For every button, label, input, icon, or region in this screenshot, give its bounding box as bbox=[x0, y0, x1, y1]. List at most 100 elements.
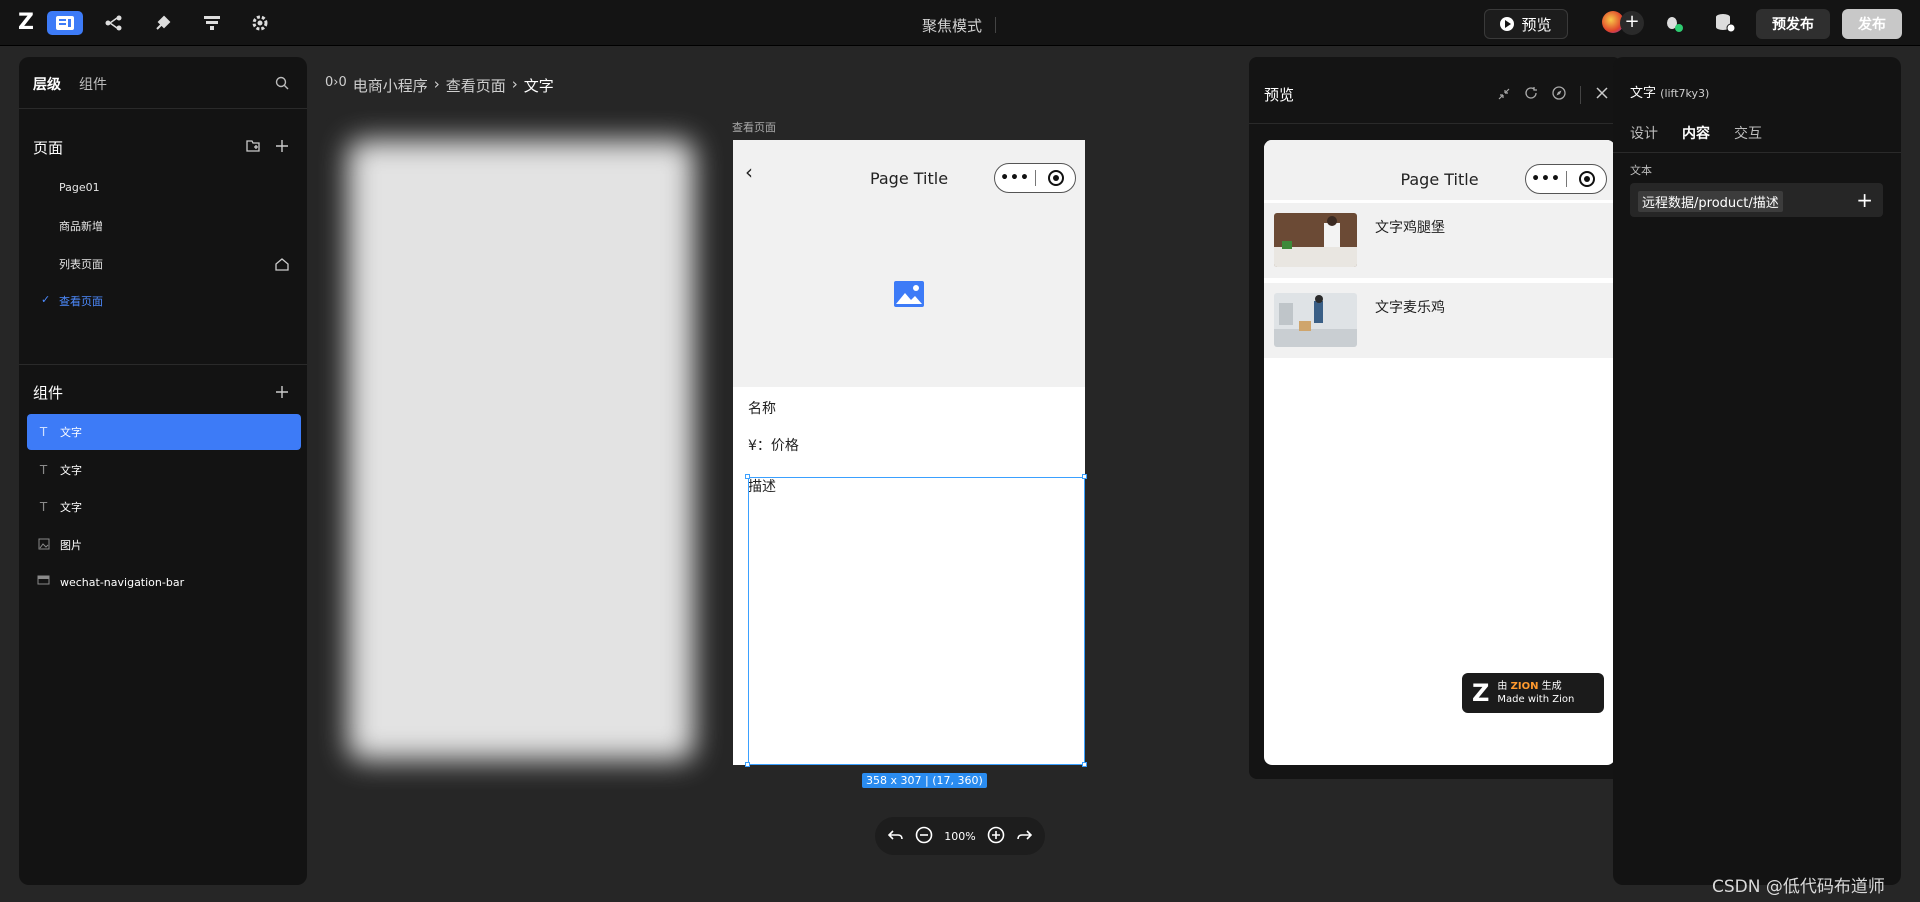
component-type: 文字 bbox=[1630, 86, 1657, 101]
badge-brand: ZION bbox=[1510, 681, 1539, 692]
app-icon: 0›0 bbox=[325, 75, 347, 90]
publish-button[interactable]: 发布 bbox=[1842, 9, 1902, 39]
wechat-capsule[interactable]: ••• bbox=[994, 163, 1076, 193]
breadcrumb: 0›0 电商小程序 › 查看页面 › 文字 bbox=[325, 75, 554, 96]
wechat-capsule[interactable]: ••• bbox=[1525, 164, 1607, 194]
made-with-zion-badge[interactable]: Z 由 ZION 生成 Made with Zion bbox=[1462, 673, 1604, 713]
preview-navigation-bar: Page Title ••• bbox=[1264, 140, 1615, 200]
badge-prefix: 由 bbox=[1497, 681, 1508, 692]
tab-content[interactable]: 内容 bbox=[1682, 123, 1710, 143]
more-icon[interactable]: ••• bbox=[995, 170, 1035, 186]
page-item-product-add[interactable]: 商品新增 bbox=[59, 218, 103, 234]
zoom-in-icon[interactable] bbox=[987, 826, 1005, 847]
page-item-list[interactable]: 列表页面 bbox=[59, 256, 103, 272]
undo-icon[interactable] bbox=[888, 829, 904, 844]
component-label: 图片 bbox=[60, 539, 82, 552]
add-folder-icon[interactable] bbox=[246, 138, 261, 157]
properties-tabs: 设计 内容 交互 bbox=[1630, 123, 1762, 143]
selection-size-badge: 358 x 307 | (17, 360) bbox=[862, 773, 987, 788]
tab-interaction[interactable]: 交互 bbox=[1734, 123, 1762, 143]
selection-box[interactable] bbox=[748, 477, 1085, 765]
divider bbox=[995, 17, 996, 33]
top-bar: Z 聚焦模式 预览 + 预发布 发布 bbox=[0, 0, 1920, 46]
pages-section-title: 页面 bbox=[33, 139, 64, 157]
add-binding-icon[interactable]: + bbox=[1856, 188, 1873, 212]
close-icon[interactable] bbox=[1595, 85, 1609, 104]
logic-flow-icon[interactable] bbox=[96, 11, 132, 35]
debug-icon[interactable] bbox=[1664, 13, 1684, 37]
zion-logo: Z bbox=[1472, 679, 1490, 707]
data-icon[interactable] bbox=[194, 11, 230, 35]
home-icon bbox=[275, 256, 289, 275]
preview-panel: 预览 Page Title ••• 文字鸡腿堡 文字麦乐鸡 Z 由 ZION 生… bbox=[1249, 57, 1621, 779]
resize-handle[interactable] bbox=[1082, 762, 1087, 767]
pages-icon[interactable] bbox=[47, 11, 83, 35]
breadcrumb-page[interactable]: 查看页面 bbox=[446, 75, 506, 96]
component-label: 文字 bbox=[60, 464, 82, 477]
text-icon: T bbox=[39, 425, 48, 439]
component-item-text-2[interactable]: T 文字 bbox=[27, 452, 301, 488]
tab-design[interactable]: 设计 bbox=[1630, 123, 1658, 143]
component-item-navbar[interactable]: wechat-navigation-bar bbox=[27, 564, 301, 600]
component-title: 文字 (lift7ky3) bbox=[1630, 82, 1709, 101]
tab-layers[interactable]: 层级 bbox=[33, 74, 61, 94]
search-icon[interactable] bbox=[275, 75, 289, 94]
product-thumbnail bbox=[1274, 213, 1357, 267]
add-page-icon[interactable] bbox=[275, 138, 289, 157]
close-miniprogram-icon[interactable] bbox=[1567, 171, 1606, 187]
phone-canvas[interactable]: ‹ Page Title ••• 名称 ¥：价格 描述 bbox=[733, 140, 1085, 765]
breadcrumb-current[interactable]: 文字 bbox=[524, 75, 554, 96]
refresh-icon[interactable] bbox=[1524, 85, 1538, 104]
page-item-view[interactable]: 查看页面 bbox=[59, 293, 103, 309]
component-item-image[interactable]: 图片 bbox=[27, 527, 301, 563]
zoom-out-icon[interactable] bbox=[915, 826, 933, 847]
properties-panel: 文字 (lift7ky3) 设计 内容 交互 文本 远程数据/product/描… bbox=[1613, 57, 1901, 885]
breadcrumb-app[interactable]: 电商小程序 bbox=[353, 75, 428, 96]
compass-icon[interactable] bbox=[1552, 85, 1566, 104]
badge-suffix: 生成 bbox=[1541, 681, 1562, 692]
text-icon: T bbox=[39, 463, 48, 477]
breadcrumb-separator: › bbox=[433, 75, 440, 93]
preview-button[interactable]: 预览 bbox=[1484, 9, 1568, 39]
add-component-icon[interactable] bbox=[275, 384, 289, 403]
list-item[interactable]: 文字鸡腿堡 bbox=[1264, 203, 1615, 278]
wechat-navigation-bar[interactable]: ‹ Page Title ••• bbox=[733, 140, 1085, 200]
redo-icon[interactable] bbox=[1016, 829, 1032, 844]
resize-handle[interactable] bbox=[1082, 474, 1087, 479]
badge-subtitle: Made with Zion bbox=[1497, 694, 1575, 705]
left-panel-tabs: 层级 组件 bbox=[33, 74, 107, 94]
price-text[interactable]: ¥：价格 bbox=[748, 435, 799, 455]
resize-handle[interactable] bbox=[745, 762, 750, 767]
prepublish-button[interactable]: 预发布 bbox=[1756, 9, 1830, 39]
preview-phone[interactable]: Page Title ••• 文字鸡腿堡 文字麦乐鸡 Z 由 ZION 生成 M… bbox=[1264, 140, 1615, 765]
zoom-level: 100% bbox=[944, 829, 976, 843]
preview-tools bbox=[1498, 85, 1609, 104]
list-item[interactable]: 文字麦乐鸡 bbox=[1264, 283, 1615, 358]
more-icon[interactable]: ••• bbox=[1526, 171, 1566, 187]
zion-logo[interactable]: Z bbox=[18, 12, 34, 34]
tab-components[interactable]: 组件 bbox=[79, 74, 107, 94]
page-label: 查看页面 bbox=[732, 121, 776, 134]
image-placeholder[interactable] bbox=[733, 200, 1085, 387]
settings-icon[interactable] bbox=[242, 11, 278, 35]
component-label: 文字 bbox=[60, 501, 82, 514]
collapse-icon[interactable] bbox=[1498, 85, 1510, 104]
component-item-text-1[interactable]: T 文字 bbox=[27, 414, 301, 450]
product-name: 文字麦乐鸡 bbox=[1375, 300, 1445, 316]
focus-mode-toggle[interactable]: 聚焦模式 bbox=[922, 15, 982, 36]
name-text[interactable]: 名称 bbox=[748, 398, 776, 418]
data-binding-chip[interactable]: 远程数据/product/描述 bbox=[1638, 191, 1783, 212]
components-section-title: 组件 bbox=[33, 384, 64, 402]
database-icon[interactable] bbox=[1714, 13, 1736, 37]
plugin-icon[interactable] bbox=[145, 11, 181, 35]
page-item-page01[interactable]: Page01 bbox=[59, 181, 100, 194]
resize-handle[interactable] bbox=[745, 474, 750, 479]
close-miniprogram-icon[interactable] bbox=[1036, 170, 1075, 186]
add-collaborator-button[interactable]: + bbox=[1620, 11, 1644, 35]
blurred-page-preview bbox=[348, 140, 694, 760]
text-binding-field[interactable]: 远程数据/product/描述 + bbox=[1630, 183, 1883, 217]
component-item-text-3[interactable]: T 文字 bbox=[27, 489, 301, 525]
product-thumbnail bbox=[1274, 293, 1357, 347]
preview-button-label: 预览 bbox=[1521, 15, 1552, 34]
image-icon bbox=[894, 280, 924, 307]
